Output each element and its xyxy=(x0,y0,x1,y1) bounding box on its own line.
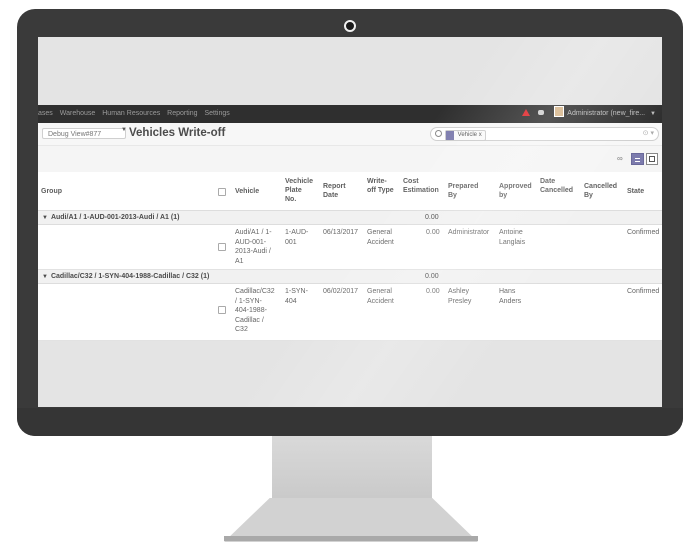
table-header: Group Vehicle Vechicle Plate No. Report … xyxy=(38,172,662,211)
chevron-down-icon[interactable]: ▼ xyxy=(121,127,127,133)
list-view-button[interactable] xyxy=(631,153,644,165)
column-header-plate[interactable]: Vechicle Plate No. xyxy=(285,177,313,204)
close-icon[interactable]: x xyxy=(479,132,482,138)
page-title: Vehicles Write-off xyxy=(129,127,226,139)
cell-plate: 1-SYN- 404 xyxy=(285,288,308,305)
column-header-cancelled-by[interactable]: Cancelled By xyxy=(584,182,617,200)
cell-report-date: 06/13/2017 xyxy=(323,229,359,236)
cell-write-off-type: General Accident xyxy=(367,288,394,305)
more-options-icon[interactable]: ∞ xyxy=(617,154,623,163)
cell-plate: 1-AUD- 001 xyxy=(285,229,309,246)
cell-vehicle: Audi/A1 / 1- AUD-001- 2013-Audi / A1 xyxy=(235,229,272,265)
cell-report-date: 06/02/2017 xyxy=(323,288,359,295)
form-view-button[interactable] xyxy=(646,153,658,165)
monitor-chin xyxy=(17,408,683,436)
top-navbar: ases Warehouse Human Resources Reporting… xyxy=(38,105,662,123)
user-area: Administrator (new_fire... ▼ xyxy=(521,105,656,123)
user-menu-label[interactable]: Administrator (new_fire... xyxy=(567,110,645,117)
cell-vehicle: Cadillac/C32 / 1-SYN- 404-1988- Cadillac… xyxy=(235,288,275,334)
cell-prepared-by: Administrator xyxy=(448,229,490,236)
cell-approved-by: Antoine Langlais xyxy=(499,229,526,246)
column-header-date-cancelled[interactable]: Date Cancelled xyxy=(540,177,573,195)
search-facet-label: Vehicle xyxy=(457,132,478,138)
monitor-stand-neck xyxy=(272,436,432,506)
menu-item-warehouse[interactable]: Warehouse xyxy=(60,105,96,123)
cell-state: Confirmed xyxy=(627,288,660,295)
main-menu: ases Warehouse Human Resources Reporting… xyxy=(38,105,235,123)
group-row[interactable]: ▼ Audi/A1 / 1-AUD-001-2013-Audi / A1 (1) … xyxy=(38,211,662,225)
column-header-report-date[interactable]: Report Date xyxy=(323,182,346,200)
menu-item-human-resources[interactable]: Human Resources xyxy=(102,105,160,123)
table-row[interactable]: Cadillac/C32 / 1-SYN- 404-1988- Cadillac… xyxy=(38,284,662,341)
cell-write-off-type: General Accident xyxy=(367,229,394,246)
group-total: 0.00 xyxy=(425,273,439,280)
chevron-down-icon[interactable]: ▼ xyxy=(650,111,656,117)
search-icon xyxy=(435,130,442,137)
cell-cost-estimation: 0.00 xyxy=(426,288,440,295)
group-total: 0.00 xyxy=(425,214,439,221)
view-switcher-bar: ∞ xyxy=(38,146,662,172)
caret-down-icon: ▼ xyxy=(42,274,48,280)
row-checkbox[interactable] xyxy=(218,243,226,251)
column-header-group[interactable]: Group xyxy=(41,187,62,196)
table-row[interactable]: Audi/A1 / 1- AUD-001- 2013-Audi / A1 1-A… xyxy=(38,225,662,270)
row-checkbox[interactable] xyxy=(218,306,226,314)
search-input[interactable]: Vehicle x ⊙ ▾ xyxy=(430,127,659,141)
filter-tag-icon xyxy=(446,131,454,140)
group-row[interactable]: ▼ Cadillac/C32 / 1-SYN-404-1988-Cadillac … xyxy=(38,270,662,284)
monitor-stand-base-edge xyxy=(224,536,478,541)
column-header-state[interactable]: State xyxy=(627,187,644,196)
group-label-text: Audi/A1 / 1-AUD-001-2013-Audi / A1 (1) xyxy=(50,214,180,221)
menu-item-settings[interactable]: Settings xyxy=(204,105,229,123)
screen-top-area xyxy=(38,37,662,105)
screen-bottom-area xyxy=(38,341,662,407)
search-options-toggle[interactable]: ⊙ ▾ xyxy=(643,129,654,137)
group-label[interactable]: ▼ Audi/A1 / 1-AUD-001-2013-Audi / A1 (1) xyxy=(42,211,179,225)
chat-icon[interactable] xyxy=(537,110,544,115)
webcam-icon xyxy=(344,20,356,32)
control-panel: Debug View#877 ▼ Vehicles Write-off Vehi… xyxy=(38,123,662,146)
alert-icon[interactable] xyxy=(521,109,530,116)
menu-item-purchases[interactable]: ases xyxy=(38,105,53,123)
column-header-prepared-by[interactable]: Prepared By xyxy=(448,182,478,200)
cell-approved-by: Hans Anders xyxy=(499,288,522,305)
group-label[interactable]: ▼ Cadillac/C32 / 1-SYN-404-1988-Cadillac … xyxy=(42,270,209,284)
select-all-checkbox[interactable] xyxy=(218,188,226,196)
avatar[interactable] xyxy=(553,106,564,117)
search-facet[interactable]: Vehicle x xyxy=(445,130,486,141)
column-header-cost-estimation[interactable]: Cost Estimation xyxy=(403,177,439,195)
cell-state: Confirmed xyxy=(627,229,660,236)
screen: ases Warehouse Human Resources Reporting… xyxy=(38,37,662,407)
column-header-vehicle[interactable]: Vehicle xyxy=(235,187,259,196)
group-label-text: Cadillac/C32 / 1-SYN-404-1988-Cadillac /… xyxy=(50,273,210,280)
cell-cost-estimation: 0.00 xyxy=(426,229,440,236)
menu-item-reporting[interactable]: Reporting xyxy=(167,105,197,123)
caret-down-icon: ▼ xyxy=(42,215,48,221)
debug-view-select[interactable]: Debug View#877 xyxy=(42,128,126,139)
cell-prepared-by: Ashley Presley xyxy=(448,288,472,305)
column-header-write-off-type[interactable]: Write- off Type xyxy=(367,177,394,195)
column-header-approved-by[interactable]: Approved by xyxy=(499,182,532,200)
